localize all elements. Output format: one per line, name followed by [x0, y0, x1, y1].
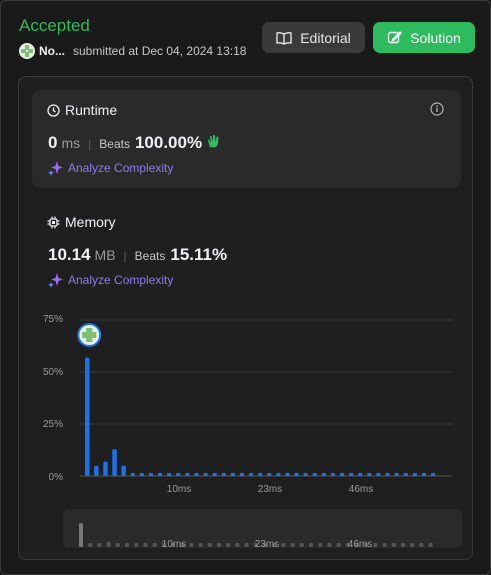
chart-bar — [157, 472, 163, 476]
minimap-x-tick-label: 46ms — [347, 539, 373, 550]
chart-bar — [221, 472, 226, 476]
chart-bar — [276, 472, 281, 476]
chart-bar — [212, 472, 217, 476]
chart-bar — [394, 472, 399, 476]
chart-bar — [421, 472, 427, 476]
chart-bar — [185, 472, 190, 476]
memory-distribution-chart[interactable] — [0, 0, 491, 575]
chart-bar — [294, 472, 299, 476]
your-submission-marker — [77, 323, 102, 347]
minimap-x-tick-label: 10ms — [161, 539, 187, 550]
chart-bar — [121, 465, 126, 476]
chart-bar — [103, 461, 108, 476]
chart-bar — [112, 448, 117, 476]
chart-bar — [312, 472, 317, 476]
x-tick-label: 23ms — [257, 484, 283, 495]
chart-bar — [412, 472, 418, 476]
minimap-x-tick-label: 23ms — [254, 539, 280, 550]
chart-bar — [139, 472, 145, 476]
chart-bar — [339, 472, 345, 476]
chart-bar — [430, 472, 436, 476]
chart-bar — [230, 472, 236, 476]
chart-bar — [257, 472, 263, 476]
chart-bar — [194, 472, 199, 476]
chart-bar — [148, 472, 154, 476]
chart-bar — [303, 472, 308, 476]
chart-bar — [203, 472, 208, 476]
chart-bar — [130, 472, 135, 476]
chart-bar — [321, 472, 327, 476]
chart-bar — [330, 472, 336, 476]
chart-bar — [348, 472, 354, 476]
chart-bar — [267, 472, 272, 476]
chart-bar — [285, 472, 290, 476]
x-tick-label: 46ms — [348, 484, 374, 495]
chart-bar — [376, 472, 381, 476]
x-tick-label: 10ms — [166, 484, 192, 495]
chart-bar — [367, 472, 372, 476]
chart-bar — [385, 472, 390, 476]
chart-bar — [248, 472, 254, 476]
chart-bar — [85, 357, 90, 476]
chart-bar — [358, 472, 363, 476]
chart-bar — [94, 465, 99, 476]
chart-bar — [176, 472, 181, 476]
chart-bar — [403, 472, 408, 476]
chart-bar — [166, 472, 172, 476]
chart-bar — [239, 472, 245, 476]
